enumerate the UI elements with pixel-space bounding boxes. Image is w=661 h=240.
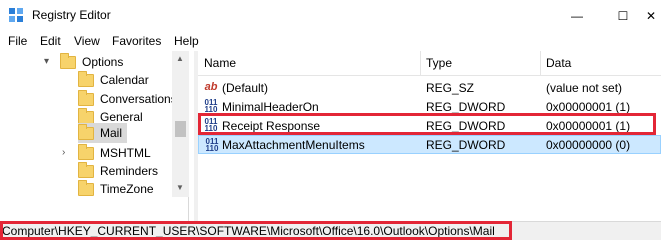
value-row-maxattachmentmenuitems[interactable]: 011 110 MaxAttachmentMenuItems REG_DWORD… [198, 135, 661, 154]
tree-item-reminders[interactable]: Reminders [78, 161, 158, 181]
tree-item-timezone[interactable]: TimeZone [78, 179, 154, 199]
tree-item-mail[interactable]: Mail [78, 123, 127, 143]
menu-favorites[interactable]: Favorites [112, 34, 161, 48]
string-value-icon: ab [204, 81, 218, 93]
close-button[interactable]: ✕ [646, 0, 661, 31]
collapse-arrow-icon[interactable]: ▾ [44, 56, 49, 67]
folder-icon [78, 161, 94, 178]
minimize-icon: — [571, 8, 583, 23]
registry-editor-icon [9, 8, 23, 22]
highlight-annotation [198, 113, 656, 135]
scroll-up-icon[interactable]: ▲ [176, 54, 184, 63]
title-bar: Registry Editor — ☐ ✕ [0, 0, 661, 31]
folder-icon [60, 52, 76, 69]
column-separator[interactable] [420, 51, 421, 76]
dword-value-icon: 011 110 [205, 137, 219, 153]
column-type-header[interactable]: Type [426, 56, 452, 70]
folder-icon [78, 123, 94, 140]
scroll-down-icon[interactable]: ▼ [176, 183, 184, 192]
folder-icon [78, 107, 94, 124]
tree-item-options[interactable]: Options [60, 52, 123, 72]
folder-icon [78, 143, 94, 160]
tree-scrollbar[interactable]: ▲ ▼ [172, 51, 189, 197]
column-name-header[interactable]: Name [204, 56, 236, 70]
menu-help[interactable]: Help [174, 34, 199, 48]
scroll-thumb[interactable] [175, 121, 186, 137]
folder-icon [78, 89, 94, 106]
menu-edit[interactable]: Edit [40, 34, 61, 48]
column-data-header[interactable]: Data [546, 56, 571, 70]
tree-item-conversations[interactable]: Conversations [78, 89, 177, 109]
value-row-default[interactable]: ab (Default) REG_SZ (value not set) [198, 78, 661, 97]
tree-item-calendar[interactable]: Calendar [78, 70, 149, 90]
folder-icon [78, 70, 94, 87]
maximize-icon: ☐ [617, 8, 629, 23]
minimize-button[interactable]: — [554, 0, 600, 31]
menu-file[interactable]: File [8, 34, 27, 48]
maximize-button[interactable]: ☐ [600, 0, 646, 31]
status-highlight-annotation [0, 221, 512, 240]
dword-value-icon: 011 110 [204, 98, 218, 114]
tree-item-mshtml[interactable]: MSHTML [78, 143, 151, 163]
key-tree-pane: ▾ Options Calendar Conversations General… [0, 51, 189, 235]
folder-icon [78, 179, 94, 196]
window-title: Registry Editor [32, 8, 111, 22]
menu-view[interactable]: View [74, 34, 100, 48]
list-header: Name Type Data [198, 51, 661, 76]
values-list-pane: Name Type Data ab (Default) REG_SZ (valu… [198, 51, 661, 235]
column-separator[interactable] [540, 51, 541, 76]
menu-bar: File Edit View Favorites Help [0, 31, 661, 51]
expand-arrow-icon[interactable]: › [62, 147, 65, 158]
close-icon: ✕ [646, 8, 657, 23]
